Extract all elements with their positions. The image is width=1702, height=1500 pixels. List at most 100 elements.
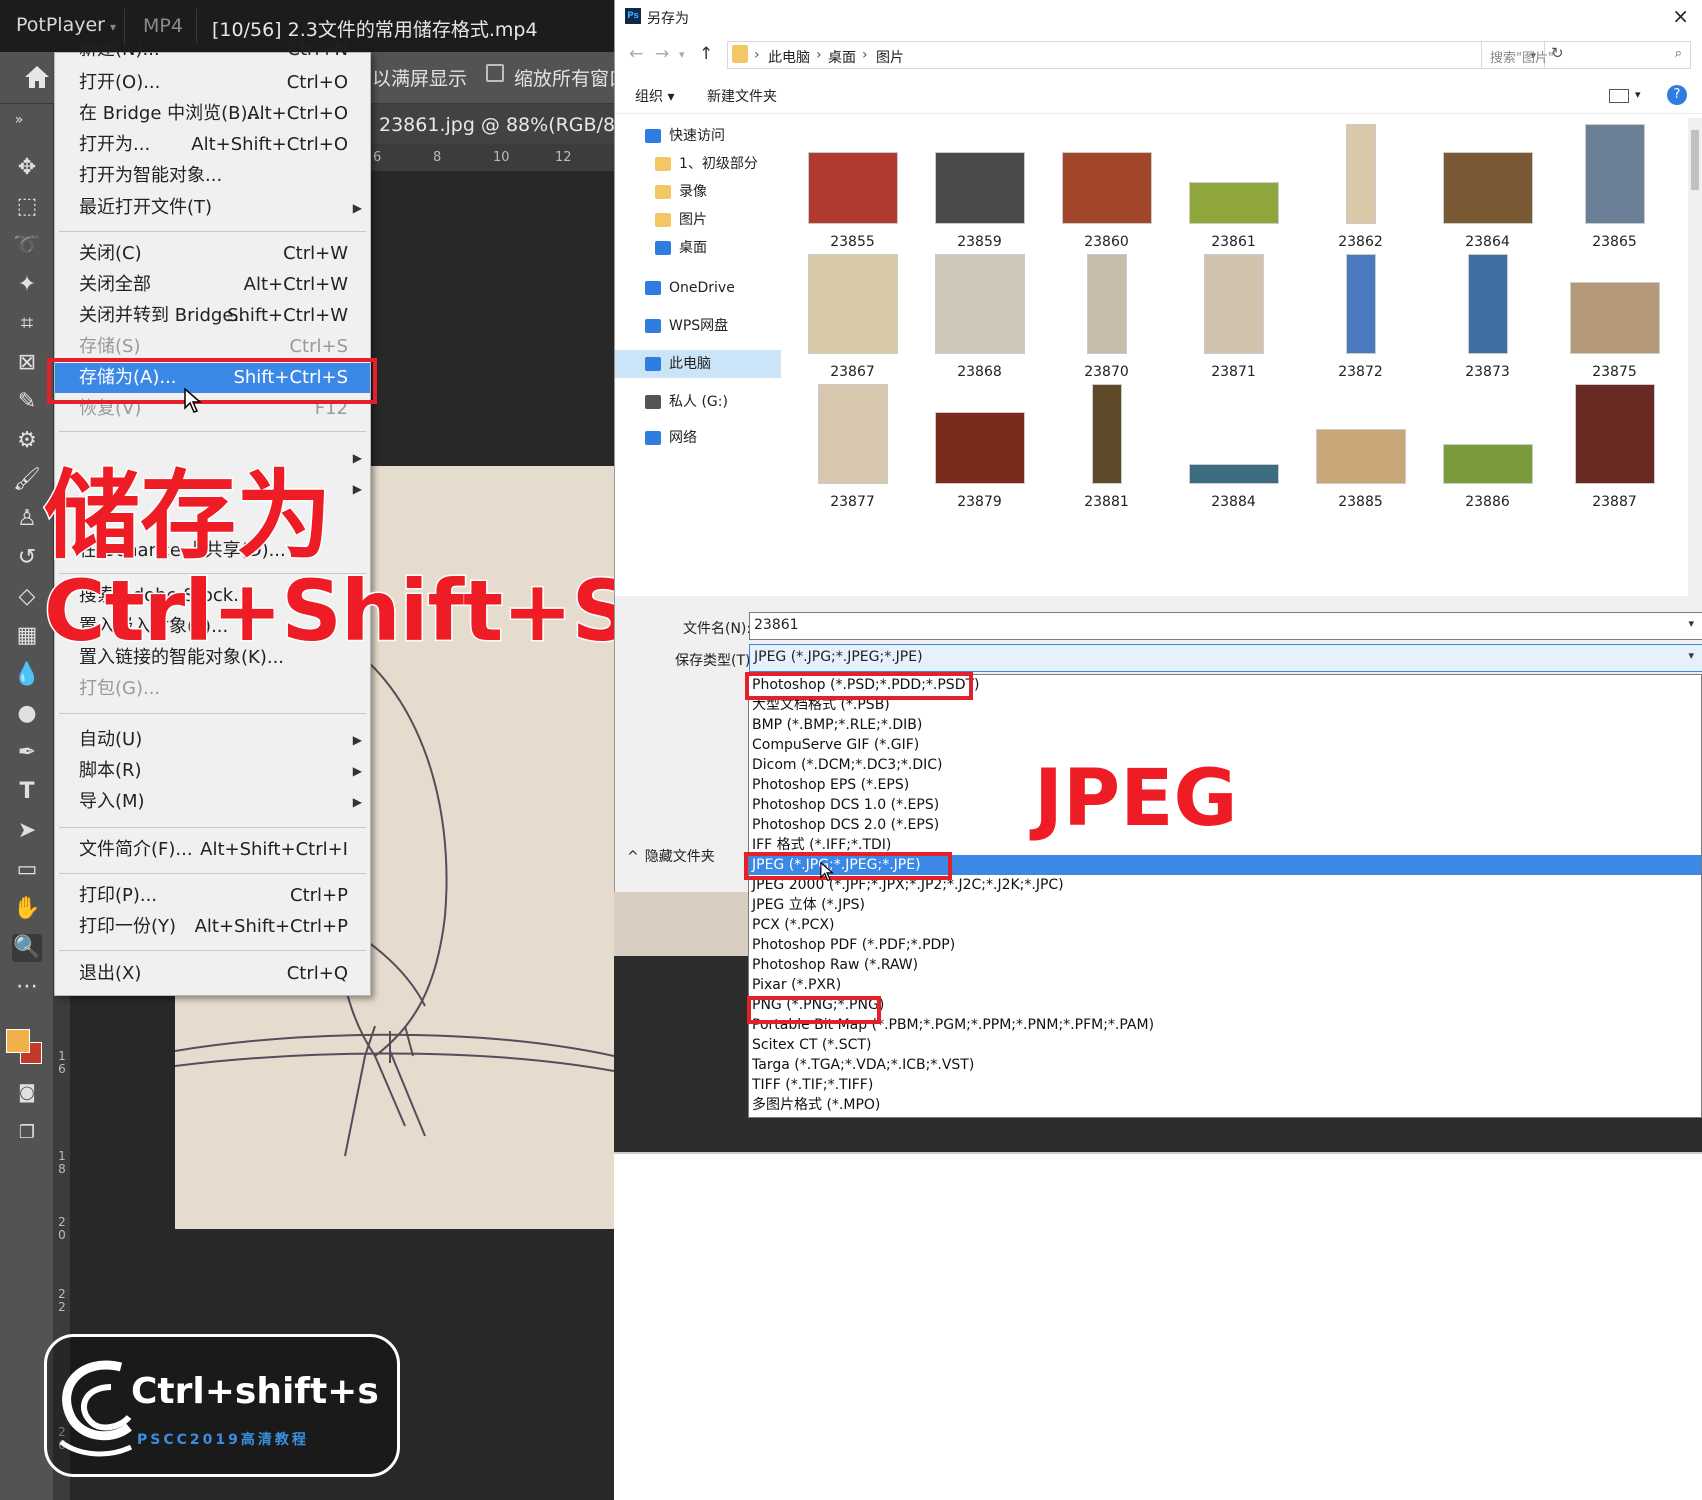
menu-item-package[interactable]: 打包(G)... <box>55 674 370 704</box>
forward-arrow-icon[interactable]: → <box>655 44 669 64</box>
gradient-tool-icon[interactable]: ▦ <box>12 622 42 650</box>
format-option[interactable]: Photoshop PDF (*.PDF;*.PDP) <box>749 935 1701 955</box>
path-box[interactable]: › 此电脑 › 桌面 › 图片 ▾ <box>727 41 1545 69</box>
format-option[interactable]: BMP (*.BMP;*.RLE;*.DIB) <box>749 715 1701 735</box>
dodge-tool-icon[interactable]: ● <box>12 700 42 728</box>
file-tile[interactable]: 23868 <box>916 248 1043 388</box>
file-tile[interactable]: 23879 <box>916 378 1043 518</box>
nav-item[interactable]: WPS网盘 <box>615 312 781 340</box>
breadcrumb-desktop[interactable]: 桌面 <box>828 47 856 67</box>
zoom-all-checkbox[interactable] <box>486 64 504 82</box>
menu-item-close-all[interactable]: 关闭全部 Alt+Ctrl+W <box>55 270 370 300</box>
filename-input[interactable]: 23861 ▾ <box>749 612 1702 640</box>
view-mode-icon[interactable] <box>1609 89 1629 103</box>
format-option[interactable]: PNG (*.PNG;*.PNG) <box>749 995 1701 1015</box>
crop-tool-icon[interactable]: ⌗ <box>12 310 42 338</box>
menu-item-import[interactable]: 导入(M) ▶ <box>55 787 370 817</box>
nav-item[interactable]: 网络 <box>615 424 781 452</box>
format-option[interactable]: Pixar (*.PXR) <box>749 975 1701 995</box>
savetype-select[interactable]: JPEG (*.JPG;*.JPEG;*.JPE) ▾ <box>749 644 1702 672</box>
rectangle-tool-icon[interactable]: ▭ <box>12 856 42 884</box>
nav-item[interactable]: 此电脑 <box>615 350 781 378</box>
format-option[interactable]: TIFF (*.TIF;*.TIFF) <box>749 1075 1701 1095</box>
menu-item-print[interactable]: 打印(P)... Ctrl+P <box>55 881 370 911</box>
organize-button[interactable]: 组织 ▾ <box>635 86 674 106</box>
file-tile[interactable] <box>1424 508 1551 596</box>
type-tool-icon[interactable]: T <box>12 778 42 806</box>
format-option[interactable]: Targa (*.TGA;*.VDA;*.ICB;*.VST) <box>749 1055 1701 1075</box>
menu-item-exit[interactable]: 退出(X) Ctrl+Q <box>55 959 370 989</box>
screen-mode-icon[interactable]: ❐ <box>12 1119 42 1147</box>
menu-item-browse-bridge[interactable]: 在 Bridge 中浏览(B)... Alt+Ctrl+O <box>55 99 370 129</box>
breadcrumb-pictures[interactable]: 图片 <box>876 47 904 67</box>
foreground-color-swatch[interactable] <box>6 1029 30 1053</box>
file-tile[interactable]: 23860 <box>1043 118 1170 258</box>
file-tile[interactable]: 23873 <box>1424 248 1551 388</box>
new-folder-button[interactable]: 新建文件夹 <box>707 86 777 106</box>
marquee-tool-icon[interactable]: ⬚ <box>12 193 42 221</box>
file-tile[interactable]: 23877 <box>789 378 916 518</box>
format-option[interactable]: 多图片格式 (*.MPO) <box>749 1095 1701 1115</box>
help-icon[interactable]: ? <box>1667 85 1687 105</box>
file-tile[interactable]: 23855 <box>789 118 916 258</box>
frame-tool-icon[interactable]: ⊠ <box>12 349 42 377</box>
file-tile[interactable] <box>1297 508 1424 596</box>
menu-item-recent-files[interactable]: 最近打开文件(T) ▶ <box>55 193 370 223</box>
menu-item-open-as[interactable]: 打开为... Alt+Shift+Ctrl+O <box>55 130 370 160</box>
file-tile[interactable]: 23867 <box>789 248 916 388</box>
menu-item-file-info[interactable]: 文件简介(F)... Alt+Shift+Ctrl+I <box>55 835 370 865</box>
menu-item-open[interactable]: 打开(O)... Ctrl+O <box>55 68 370 98</box>
lasso-tool-icon[interactable]: ➰ <box>12 232 42 260</box>
pen-tool-icon[interactable]: ✒ <box>12 739 42 767</box>
file-tile[interactable]: 23865 <box>1551 118 1678 258</box>
chevron-down-icon[interactable]: ▾ <box>1688 649 1694 662</box>
file-tile[interactable]: 23875 <box>1551 248 1678 388</box>
file-tile[interactable] <box>916 508 1043 596</box>
eraser-tool-icon[interactable]: ◇ <box>12 583 42 611</box>
file-tile[interactable]: 23886 <box>1424 378 1551 518</box>
zoom-tool-icon[interactable]: 🔍 <box>12 934 42 962</box>
file-tile[interactable] <box>1170 508 1297 596</box>
format-option[interactable]: CompuServe GIF (*.GIF) <box>749 735 1701 755</box>
nav-item[interactable]: 录像 <box>625 178 791 206</box>
menu-item-close-to-bridge[interactable]: 关闭并转到 Bridge... Shift+Ctrl+W <box>55 301 370 331</box>
file-tile[interactable] <box>789 508 916 596</box>
format-option[interactable]: PCX (*.PCX) <box>749 915 1701 935</box>
hand-tool-icon[interactable]: ✋ <box>12 895 42 923</box>
quick-mask-icon[interactable]: ◙ <box>12 1079 42 1107</box>
file-tile[interactable]: 23864 <box>1424 118 1551 258</box>
document-tab[interactable]: 23861.jpg @ 88%(RGB/8#) × <box>369 104 670 144</box>
file-tile[interactable]: 23870 <box>1043 248 1170 388</box>
breadcrumb-this-pc[interactable]: 此电脑 <box>768 47 810 67</box>
fit-screen-option[interactable]: 以满屏显示 <box>372 64 467 91</box>
scrollbar-thumb[interactable] <box>1691 130 1699 190</box>
file-tile[interactable]: 23885 <box>1297 378 1424 518</box>
up-arrow-icon[interactable]: ↑ <box>699 44 713 64</box>
view-dropdown-icon[interactable]: ▾ <box>1635 88 1641 101</box>
collapse-icon[interactable]: » <box>4 106 34 134</box>
menu-item-new[interactable]: 新建(N)... Ctrl+N <box>55 43 370 65</box>
format-option[interactable]: JPEG 立体 (*.JPS) <box>749 895 1701 915</box>
zoom-all-option[interactable]: 缩放所有窗口 <box>514 64 628 91</box>
move-tool-icon[interactable]: ✥ <box>12 154 42 182</box>
hide-folders-toggle[interactable]: ^ 隐藏文件夹 <box>627 846 715 866</box>
nav-item[interactable]: 桌面 <box>625 234 791 262</box>
nav-item[interactable]: 快速访问 <box>615 122 781 150</box>
file-tile[interactable]: 23862 <box>1297 118 1424 258</box>
format-option[interactable]: Photoshop Raw (*.RAW) <box>749 955 1701 975</box>
menu-item-close[interactable]: 关闭(C) Ctrl+W <box>55 239 370 269</box>
file-grid-scrollbar[interactable] <box>1688 118 1702 596</box>
file-tile[interactable]: 23859 <box>916 118 1043 258</box>
nav-item[interactable]: 私人 (G:) <box>615 388 781 416</box>
menu-item-print-one[interactable]: 打印一份(Y) Alt+Shift+Ctrl+P <box>55 912 370 942</box>
file-tile[interactable]: 23881 <box>1043 378 1170 518</box>
blur-tool-icon[interactable]: 💧 <box>12 661 42 689</box>
file-tile[interactable]: 23887 <box>1551 378 1678 518</box>
chevron-down-icon[interactable]: ▾ <box>1688 617 1694 630</box>
file-tile[interactable] <box>1551 508 1678 596</box>
format-option[interactable]: Portable Bit Map (*.PBM;*.PGM;*.PPM;*.PN… <box>749 1015 1701 1035</box>
file-tile[interactable]: 23861 <box>1170 118 1297 258</box>
history-brush-tool-icon[interactable]: ↺ <box>12 544 42 572</box>
nav-item[interactable]: 1、初级部分 <box>625 150 791 178</box>
file-tile[interactable]: 23872 <box>1297 248 1424 388</box>
